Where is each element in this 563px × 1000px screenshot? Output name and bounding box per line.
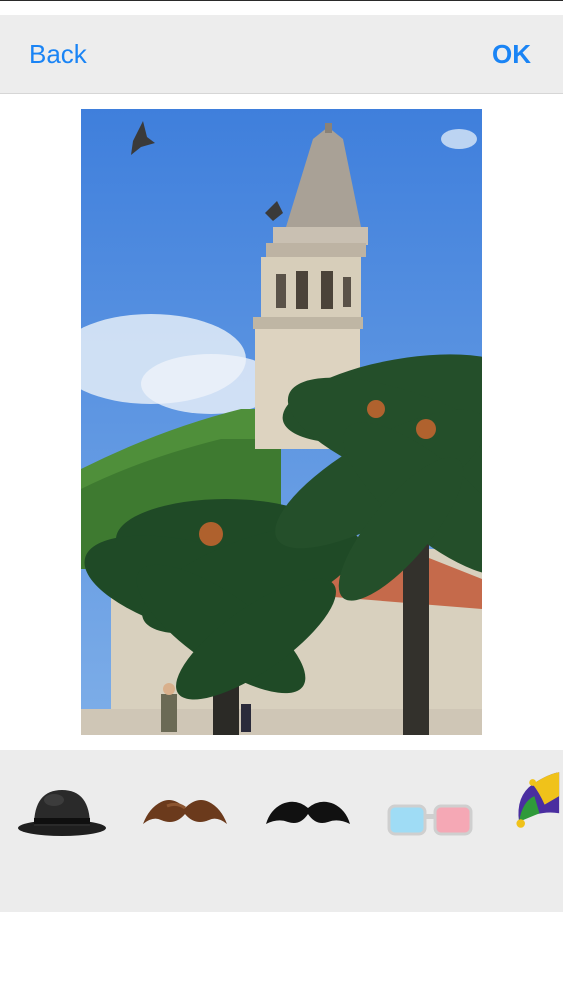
bowler-hat-icon[interactable] bbox=[16, 768, 108, 838]
black-mustache-icon[interactable] bbox=[262, 768, 354, 838]
brown-mustache-icon[interactable] bbox=[139, 768, 231, 838]
ok-button[interactable]: OK bbox=[492, 39, 531, 69]
photo-canvas[interactable] bbox=[81, 109, 482, 735]
jester-hat-icon[interactable] bbox=[510, 762, 563, 832]
sticker-tray bbox=[0, 750, 563, 912]
photo-image bbox=[81, 109, 482, 735]
back-button[interactable]: Back bbox=[29, 39, 87, 69]
top-border bbox=[0, 0, 563, 1]
navigation-bar: Back OK bbox=[0, 15, 563, 94]
3d-glasses-icon[interactable] bbox=[385, 768, 477, 838]
